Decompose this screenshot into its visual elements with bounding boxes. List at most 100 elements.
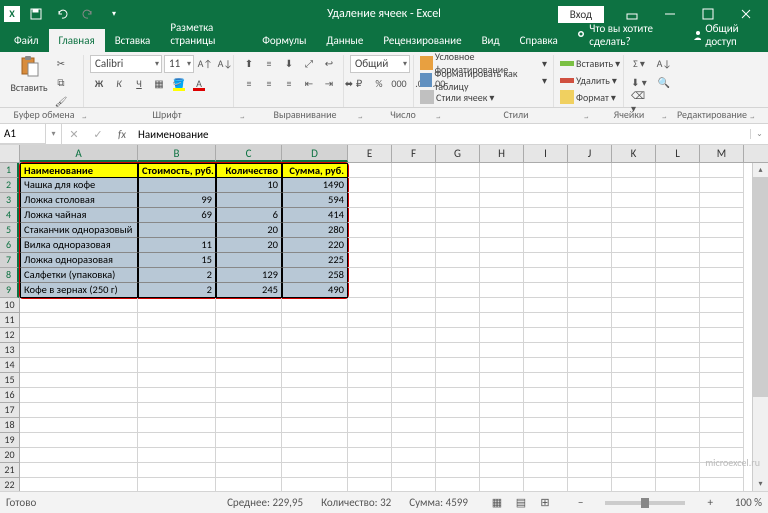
empty-cell[interactable] [392, 313, 436, 328]
data-cell[interactable]: Вилка одноразовая [20, 238, 138, 253]
empty-cell[interactable] [282, 373, 348, 388]
empty-cell[interactable] [656, 208, 700, 223]
empty-cell[interactable] [568, 283, 612, 298]
empty-cell[interactable] [392, 388, 436, 403]
underline-icon[interactable]: Ч [130, 75, 148, 92]
undo-icon[interactable] [52, 4, 72, 24]
empty-cell[interactable] [700, 403, 744, 418]
row-header[interactable]: 3 [0, 193, 19, 208]
data-cell[interactable]: Ложка одноразовая [20, 253, 138, 268]
empty-cell[interactable] [568, 313, 612, 328]
empty-cell[interactable] [282, 343, 348, 358]
empty-cell[interactable] [480, 388, 524, 403]
row-header[interactable]: 4 [0, 208, 19, 223]
data-cell[interactable]: 69 [138, 208, 216, 223]
empty-cell[interactable] [568, 388, 612, 403]
empty-cell[interactable] [524, 343, 568, 358]
row-header[interactable]: 16 [0, 388, 19, 403]
empty-cell[interactable] [138, 343, 216, 358]
align-middle-icon[interactable]: ≡ [260, 55, 278, 72]
row-header[interactable]: 18 [0, 418, 19, 433]
empty-cell[interactable] [612, 238, 656, 253]
empty-cell[interactable] [348, 343, 392, 358]
empty-cell[interactable] [612, 268, 656, 283]
row-header[interactable]: 14 [0, 358, 19, 373]
empty-cell[interactable] [612, 223, 656, 238]
empty-cell[interactable] [20, 463, 138, 478]
empty-cell[interactable] [568, 238, 612, 253]
tab-главная[interactable]: Главная [49, 29, 105, 52]
empty-cell[interactable] [392, 163, 436, 178]
empty-cell[interactable] [348, 463, 392, 478]
empty-cell[interactable] [138, 478, 216, 491]
tab-данные[interactable]: Данные [316, 29, 373, 52]
empty-cell[interactable] [392, 463, 436, 478]
empty-cell[interactable] [436, 208, 480, 223]
empty-cell[interactable] [700, 313, 744, 328]
empty-cell[interactable] [436, 238, 480, 253]
empty-cell[interactable] [656, 433, 700, 448]
empty-cell[interactable] [348, 403, 392, 418]
empty-cell[interactable] [656, 223, 700, 238]
empty-cell[interactable] [138, 328, 216, 343]
empty-cell[interactable] [436, 193, 480, 208]
empty-cell[interactable] [700, 358, 744, 373]
col-header[interactable]: D [282, 145, 348, 162]
col-header[interactable]: J [568, 145, 612, 162]
data-cell[interactable]: Ложка столовая [20, 193, 138, 208]
cell-styles-button[interactable]: Стили ячеек ▾ [420, 89, 547, 105]
empty-cell[interactable] [612, 193, 656, 208]
row-header[interactable]: 1 [0, 163, 19, 178]
empty-cell[interactable] [568, 463, 612, 478]
font-name-combo[interactable]: Calibri [90, 55, 162, 73]
empty-cell[interactable] [480, 358, 524, 373]
empty-cell[interactable] [656, 418, 700, 433]
empty-cell[interactable] [700, 433, 744, 448]
empty-cell[interactable] [282, 328, 348, 343]
header-cell[interactable]: Сумма, руб. [282, 163, 348, 178]
empty-cell[interactable] [612, 358, 656, 373]
data-cell[interactable]: 490 [282, 283, 348, 298]
increase-indent-icon[interactable]: ⇥ [320, 75, 338, 92]
empty-cell[interactable] [392, 193, 436, 208]
empty-cell[interactable] [700, 388, 744, 403]
tab-file[interactable]: Файл [4, 29, 49, 52]
empty-cell[interactable] [436, 343, 480, 358]
insert-cells-button[interactable]: Вставить ▾ [560, 55, 620, 71]
empty-cell[interactable] [216, 433, 282, 448]
align-center-icon[interactable]: ≡ [260, 75, 278, 92]
empty-cell[interactable] [348, 388, 392, 403]
data-cell[interactable]: Салфетки (упаковка) [20, 268, 138, 283]
empty-cell[interactable] [524, 448, 568, 463]
empty-cell[interactable] [524, 193, 568, 208]
col-header[interactable]: B [138, 145, 216, 162]
formula-input[interactable]: Наименование [134, 124, 750, 144]
data-cell[interactable]: 20 [216, 238, 282, 253]
empty-cell[interactable] [348, 208, 392, 223]
delete-cells-button[interactable]: Удалить ▾ [560, 72, 620, 88]
orientation-icon[interactable]: ⤢ [300, 55, 318, 72]
empty-cell[interactable] [436, 178, 480, 193]
empty-cell[interactable] [656, 358, 700, 373]
empty-cell[interactable] [436, 418, 480, 433]
empty-cell[interactable] [612, 403, 656, 418]
empty-cell[interactable] [436, 358, 480, 373]
empty-cell[interactable] [392, 373, 436, 388]
empty-cell[interactable] [392, 208, 436, 223]
data-cell[interactable]: Кофе в зернах (250 г) [20, 283, 138, 298]
empty-cell[interactable] [348, 178, 392, 193]
data-cell[interactable]: 99 [138, 193, 216, 208]
percent-icon[interactable]: % [370, 75, 388, 92]
currency-icon[interactable]: ₽ [350, 75, 368, 92]
empty-cell[interactable] [656, 298, 700, 313]
empty-cell[interactable] [568, 448, 612, 463]
empty-cell[interactable] [612, 283, 656, 298]
format-as-table-button[interactable]: Форматировать как таблицу ▾ [420, 72, 547, 88]
empty-cell[interactable] [392, 418, 436, 433]
empty-cell[interactable] [568, 403, 612, 418]
row-header[interactable]: 10 [0, 298, 19, 313]
empty-cell[interactable] [656, 343, 700, 358]
empty-cell[interactable] [700, 223, 744, 238]
col-header[interactable]: E [348, 145, 392, 162]
empty-cell[interactable] [480, 463, 524, 478]
